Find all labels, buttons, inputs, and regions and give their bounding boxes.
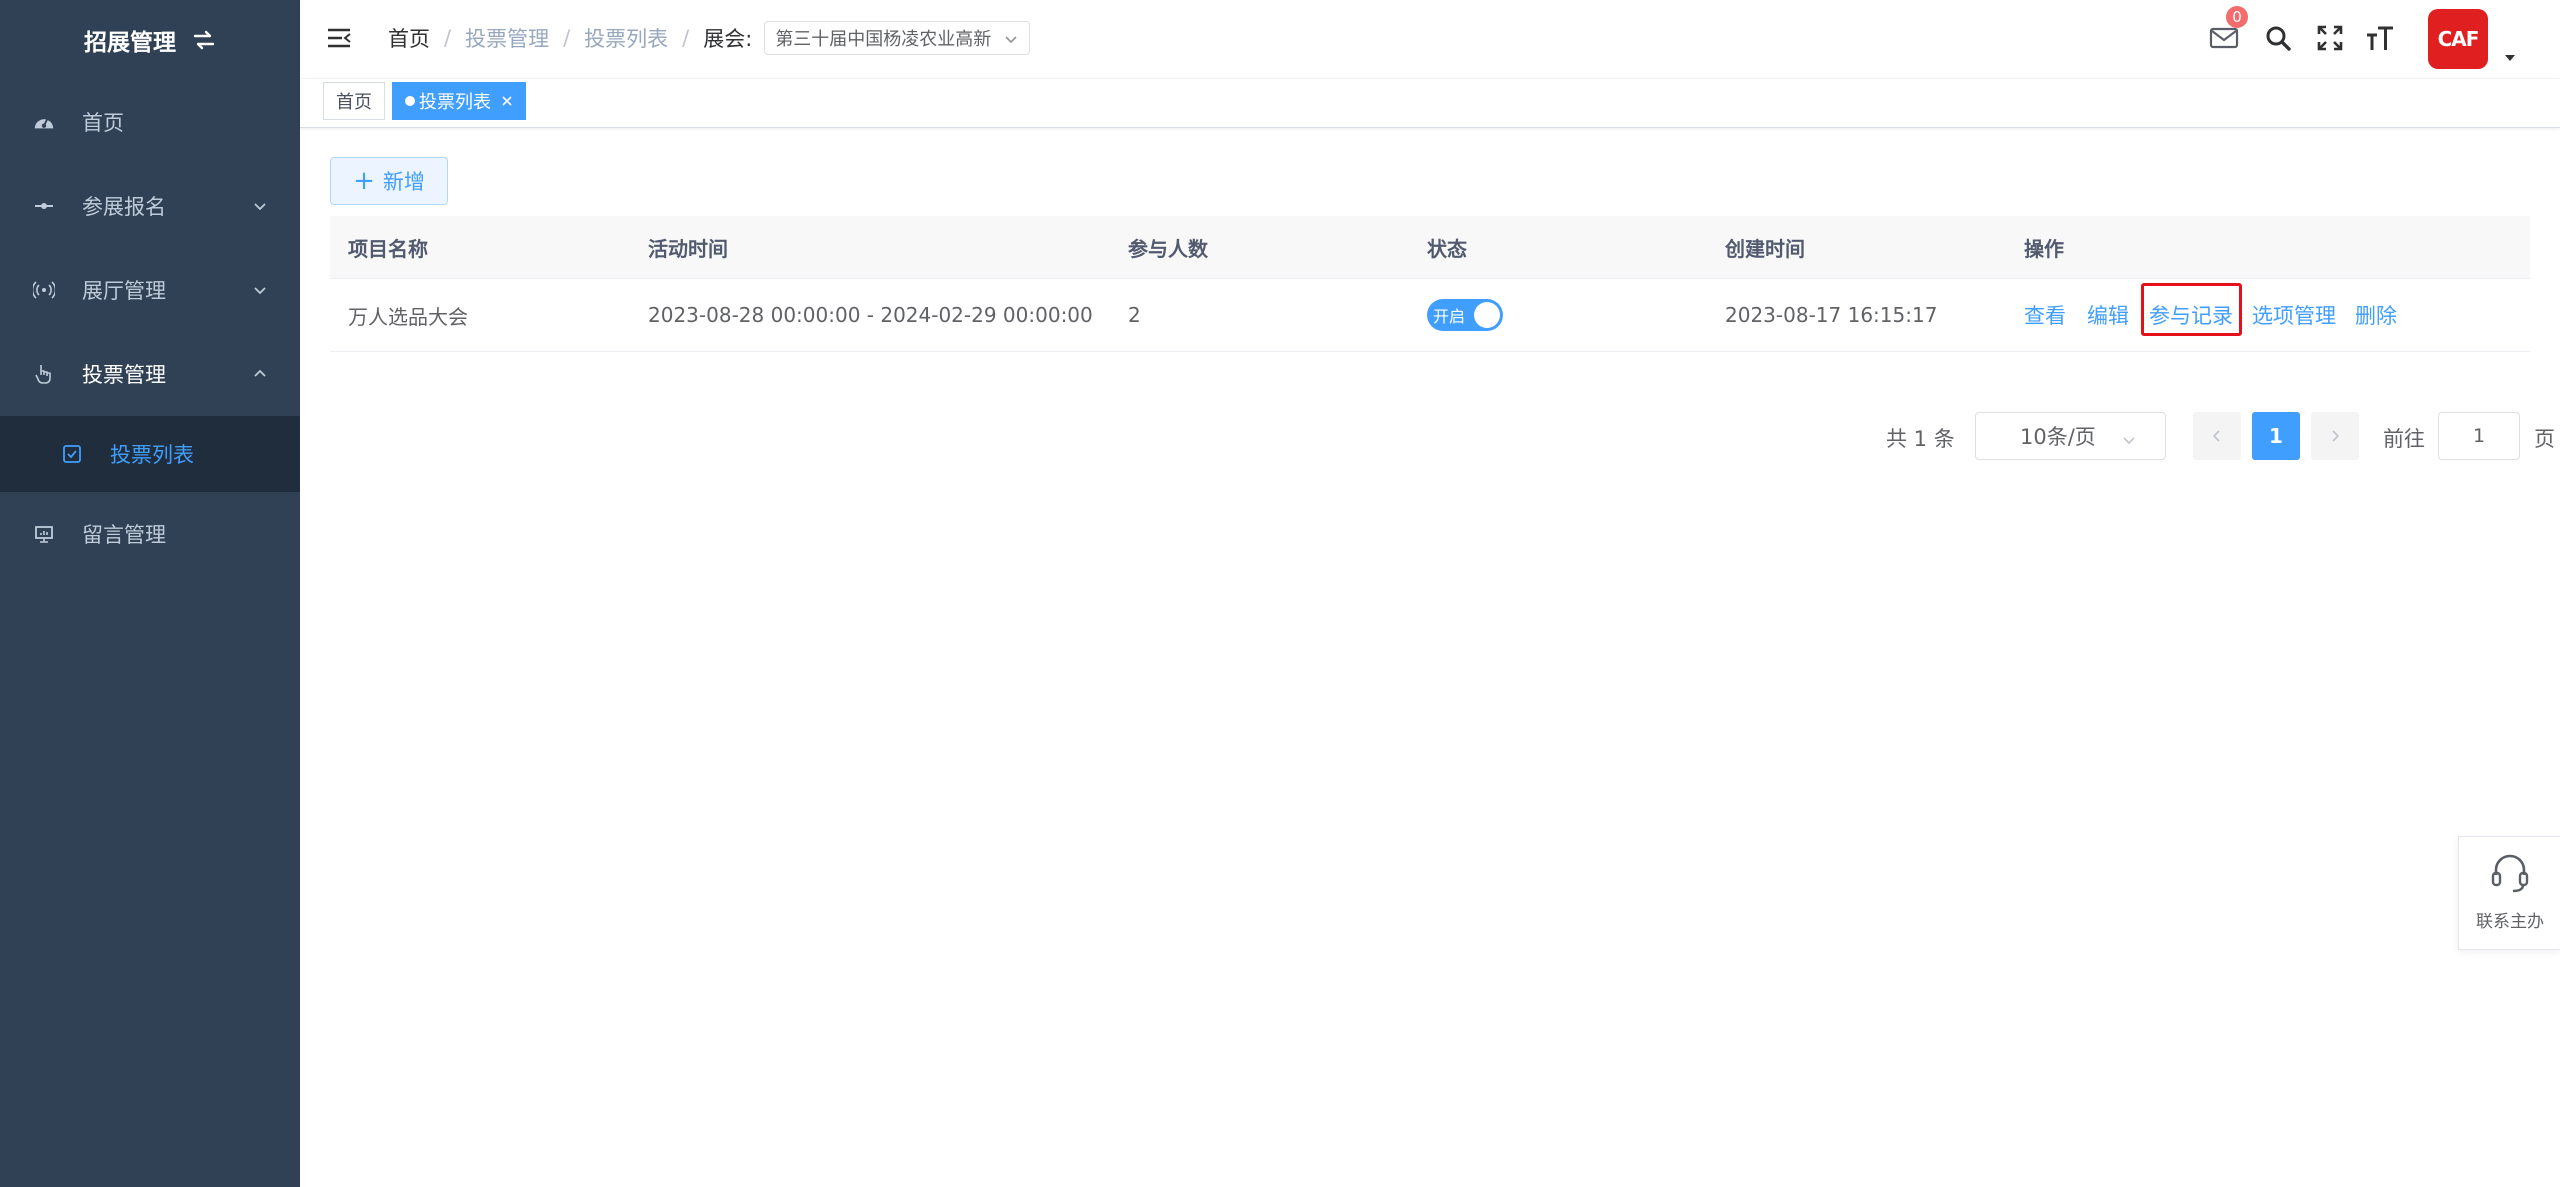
chevron-left-icon — [2211, 424, 2223, 448]
sidebar-item-label: 留言管理 — [82, 523, 166, 547]
column-header: 状态 — [1427, 236, 1467, 261]
sidebar-item-label: 展厅管理 — [82, 279, 166, 303]
breadcrumb-vote-management[interactable]: 投票管理 — [465, 23, 549, 53]
cell-name: 万人选品大会 — [348, 304, 468, 329]
plus-icon: + — [353, 166, 375, 196]
add-button-label: 新增 — [382, 170, 425, 194]
checkbox-icon — [62, 444, 82, 464]
sidebar-item-label: 参展报名 — [82, 195, 166, 219]
breadcrumb-separator: / — [682, 26, 690, 50]
sidebar-title-label: 招展管理 — [84, 30, 176, 56]
avatar-logo-text: CAF — [2437, 27, 2480, 51]
sidebar-subitem-vote-list[interactable]: 投票列表 — [0, 416, 300, 492]
page-suffix-label: 页 — [2534, 427, 2555, 451]
sidebar-subitem-label: 投票列表 — [110, 443, 194, 467]
switch-knob — [1474, 302, 1500, 328]
view-link[interactable]: 查看 — [2024, 300, 2066, 330]
monitor-icon — [33, 523, 55, 545]
sidebar: 招展管理 首页 参展报名 展厅管理 投票管理 投票列表 留言管理 — [0, 0, 300, 1187]
highlight-box — [2141, 283, 2242, 336]
page-size-select[interactable]: 10条/页 — [1975, 412, 2166, 460]
headset-icon — [2489, 851, 2531, 899]
sidebar-item-hall[interactable]: 展厅管理 — [0, 248, 300, 332]
hand-pointer-icon — [33, 363, 55, 385]
chevron-down-icon — [1003, 31, 1019, 52]
tag-label: 投票列表 — [419, 92, 491, 113]
table-header: 项目名称 活动时间 参与人数 状态 创建时间 操作 — [330, 216, 2530, 279]
sidebar-item-signup[interactable]: 参展报名 — [0, 164, 300, 248]
page-number: 1 — [2269, 424, 2283, 448]
goto-page-input[interactable]: 1 — [2438, 412, 2520, 460]
chevron-down-icon — [252, 198, 268, 214]
avatar[interactable]: CAF — [2428, 9, 2488, 69]
page-size-value: 10条/页 — [2020, 425, 2096, 449]
column-header: 活动时间 — [648, 236, 728, 261]
breadcrumb: 首页 / 投票管理 / 投票列表 / 展会: 第三十届中国杨凌农业高新 — [388, 21, 1031, 55]
option-management-link[interactable]: 选项管理 — [2252, 300, 2336, 330]
expo-select-value: 第三十届中国杨凌农业高新 — [775, 29, 992, 50]
pagination-total: 共 1 条 — [1886, 427, 1955, 451]
font-size-icon[interactable] — [2364, 22, 2396, 54]
notification-badge: 0 — [2226, 6, 2248, 28]
delete-link[interactable]: 删除 — [2355, 300, 2397, 330]
cell-created: 2023-08-17 16:15:17 — [1725, 303, 1938, 327]
sidebar-item-label: 投票管理 — [82, 363, 166, 387]
sidebar-item-vote[interactable]: 投票管理 — [0, 332, 300, 416]
column-header: 操作 — [2024, 236, 2064, 261]
broadcast-icon — [33, 279, 55, 301]
active-dot-icon — [405, 96, 415, 106]
dashboard-icon — [33, 111, 55, 133]
column-header: 创建时间 — [1725, 236, 1805, 261]
column-header: 参与人数 — [1128, 236, 1208, 261]
breadcrumb-vote-list: 投票列表 — [584, 27, 669, 51]
sidebar-item-messages[interactable]: 留言管理 — [0, 492, 300, 576]
page-button-current[interactable]: 1 — [2252, 412, 2300, 460]
cell-time: 2023-08-28 00:00:00 - 2024-02-29 00:00:0… — [648, 303, 1093, 327]
signup-icon — [33, 195, 55, 217]
contact-organizer-button[interactable]: 联系主办 — [2458, 836, 2560, 950]
prev-page-button[interactable] — [2193, 412, 2241, 460]
breadcrumb-home[interactable]: 首页 — [388, 23, 430, 53]
tag-label: 首页 — [336, 92, 372, 113]
cell-count: 2 — [1128, 303, 1141, 327]
expo-label: 展会: — [703, 27, 753, 51]
chevron-down-icon — [252, 282, 268, 298]
caret-down-icon[interactable] — [2503, 48, 2517, 67]
contact-label: 联系主办 — [2476, 912, 2544, 932]
tags-view: 首页 投票列表 — [300, 79, 2560, 128]
tag-home[interactable]: 首页 — [323, 82, 385, 120]
breadcrumb-separator: / — [444, 26, 452, 50]
chevron-down-icon — [2121, 430, 2137, 454]
chevron-right-icon — [2329, 424, 2341, 448]
breadcrumb-separator: / — [563, 26, 571, 50]
close-icon[interactable] — [501, 95, 513, 107]
fullscreen-icon[interactable] — [2314, 22, 2346, 54]
search-icon[interactable] — [2262, 22, 2294, 54]
edit-link[interactable]: 编辑 — [2087, 300, 2129, 330]
tag-vote-list[interactable]: 投票列表 — [392, 82, 526, 120]
chevron-up-icon — [252, 366, 268, 382]
next-page-button[interactable] — [2311, 412, 2359, 460]
column-header: 项目名称 — [348, 236, 428, 261]
hamburger-icon[interactable] — [326, 25, 352, 51]
sidebar-item-home[interactable]: 首页 — [0, 80, 300, 164]
add-button[interactable]: + 新增 — [330, 157, 448, 205]
status-switch[interactable]: 开启 — [1427, 299, 1503, 331]
sidebar-item-label: 首页 — [82, 111, 124, 135]
sidebar-title[interactable]: 招展管理 — [0, 0, 300, 80]
switch-icon[interactable] — [192, 29, 216, 51]
goto-label: 前往 — [2383, 427, 2425, 451]
status-switch-label: 开启 — [1433, 307, 1466, 326]
expo-select[interactable]: 第三十届中国杨凌农业高新 — [764, 21, 1031, 55]
